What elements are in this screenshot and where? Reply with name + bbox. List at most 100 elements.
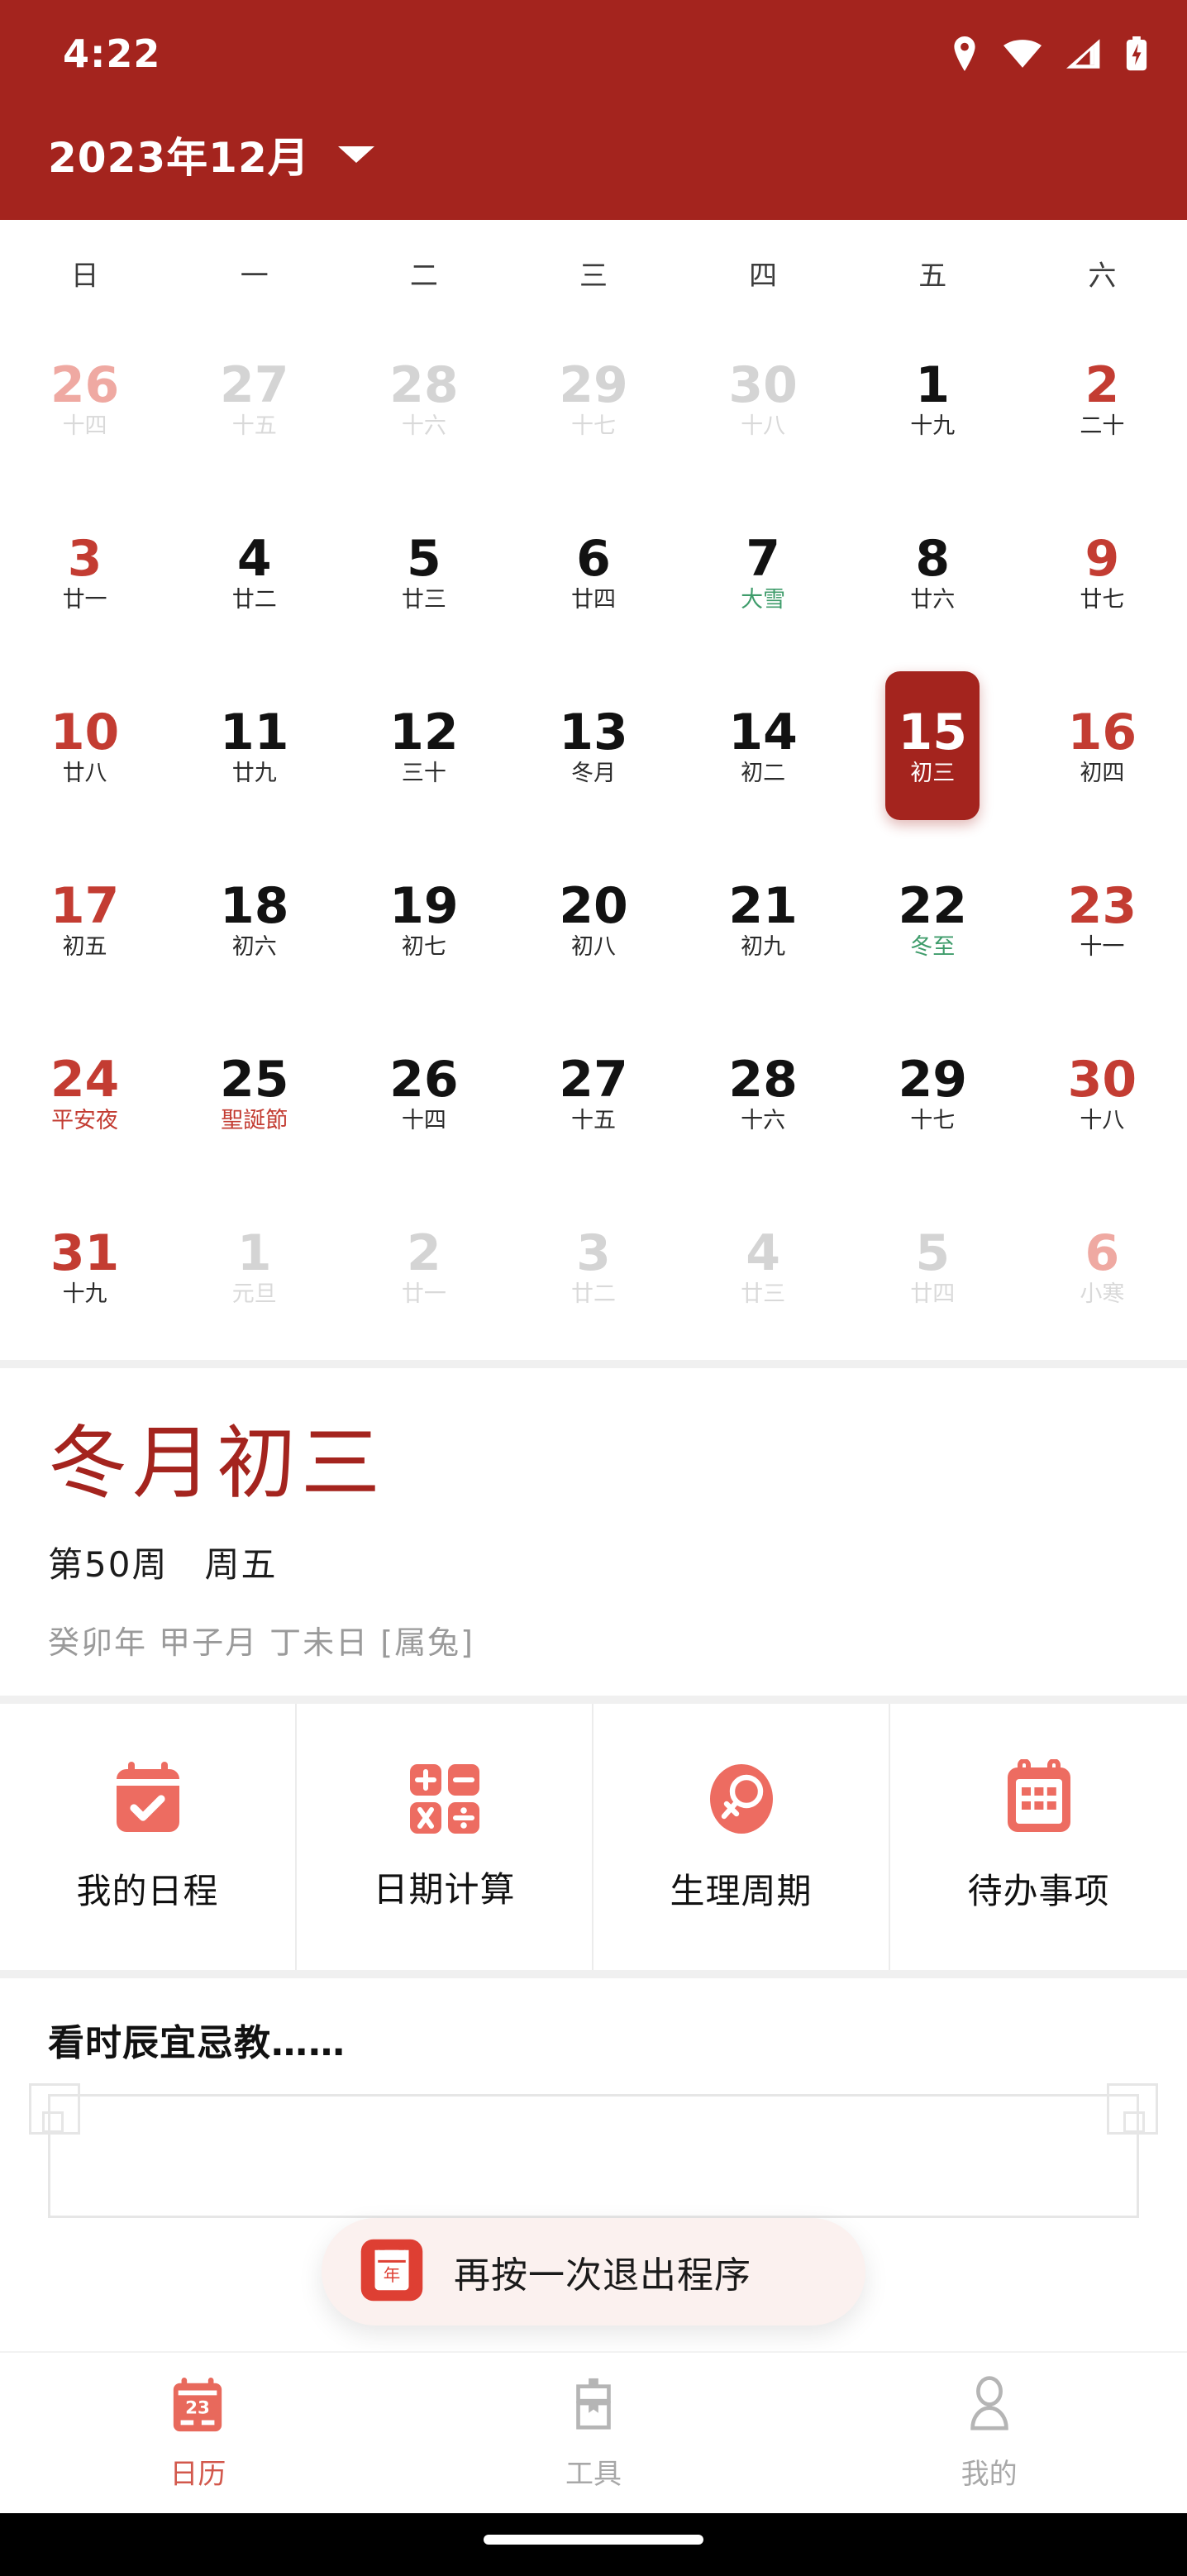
- calendar-day-cell[interactable]: 28 十六: [679, 1006, 848, 1180]
- calendar-day-lunar: 十八: [1080, 1107, 1125, 1133]
- calendar-day-cell[interactable]: 5 廿三: [339, 485, 508, 659]
- calendar-day-cell[interactable]: 2 廿一: [339, 1180, 508, 1353]
- calendar-day-cell[interactable]: 1 元旦: [169, 1180, 339, 1353]
- calendar-day-inner: 21 初九: [716, 845, 810, 994]
- calendar-day-number: 9: [1085, 529, 1120, 588]
- calendar-day-inner: 8 廿六: [885, 498, 980, 646]
- calendar-day-lunar: 初三: [910, 760, 956, 786]
- calendar-day-number: 25: [219, 1050, 289, 1109]
- calendar-day-cell[interactable]: 4 廿三: [679, 1180, 848, 1353]
- calendar-day-cell[interactable]: 10 廿八: [0, 659, 169, 832]
- calendar-day-number: 5: [915, 1224, 951, 1282]
- calendar-day-inner: 28 十六: [716, 1018, 810, 1167]
- calendar-grid[interactable]: 26 十四 27 十五 28 十六 29 十七 30 十八 1 十九 2 二十 3 廿一 4 廿二 5 廿三 6 廿四 7 大…: [0, 312, 1187, 1353]
- calendar-day-cell[interactable]: 26 十四: [339, 1006, 508, 1180]
- calendar-day-cell[interactable]: 21 初九: [679, 832, 848, 1006]
- calendar-day-cell[interactable]: 17 初五: [0, 832, 169, 1006]
- calendar-day-cell[interactable]: 6 小寒: [1018, 1180, 1187, 1353]
- calendar-day-cell[interactable]: 30 十八: [1018, 1006, 1187, 1180]
- calculator-icon: [407, 1761, 483, 1837]
- calendar-day-inner: 12 三十: [377, 671, 471, 820]
- calendar-day-cell[interactable]: 18 初六: [169, 832, 339, 1006]
- calendar-day-cell[interactable]: 2 二十: [1018, 312, 1187, 485]
- calendar-day-lunar: 初六: [231, 933, 277, 960]
- calendar-day-lunar: 冬至: [910, 933, 956, 960]
- calendar-day-cell[interactable]: 19 初七: [339, 832, 508, 1006]
- app-calendar-icon: 年: [358, 2236, 426, 2307]
- signal-icon: [1066, 39, 1101, 69]
- calendar-day-cell[interactable]: 13 冬月: [508, 659, 678, 832]
- calendar-day-lunar: 初五: [62, 933, 107, 960]
- calendar-day-cell[interactable]: 8 廿六: [848, 485, 1018, 659]
- calendar-day-cell[interactable]: 27 十五: [508, 1006, 678, 1180]
- quick-tile-待办事项[interactable]: 待办事项: [890, 1703, 1187, 1970]
- calendar-day-cell[interactable]: 25 聖誕節: [169, 1006, 339, 1180]
- calendar-day-cell[interactable]: 12 三十: [339, 659, 508, 832]
- calendar-day-lunar: 廿一: [62, 586, 107, 613]
- calendar-day-inner: 7 大雪: [716, 498, 810, 646]
- calendar-day-inner: 17 初五: [38, 845, 132, 994]
- calendar-day-cell[interactable]: 29 十七: [508, 312, 678, 485]
- calendar-day-inner: 25 聖誕節: [207, 1018, 302, 1167]
- calendar-day-cell[interactable]: 4 廿二: [169, 485, 339, 659]
- decorative-frame: [29, 2082, 1158, 2218]
- nav-tab-calendar[interactable]: 23 日历: [0, 2353, 396, 2513]
- calendar-day-cell[interactable]: 30 十八: [679, 312, 848, 485]
- calendar-grid-icon: [1001, 1759, 1077, 1839]
- quick-tile-label: 我的日程: [76, 1871, 219, 1912]
- calendar-day-cell[interactable]: 28 十六: [339, 312, 508, 485]
- calendar-day-cell[interactable]: 29 十七: [848, 1006, 1018, 1180]
- calendar-day-cell[interactable]: 3 廿二: [508, 1180, 678, 1353]
- calendar-day-number: 26: [389, 1050, 459, 1109]
- calendar-day-cell[interactable]: 31 十九: [0, 1180, 169, 1353]
- calendar-day-cell[interactable]: 27 十五: [169, 312, 339, 485]
- calendar-day-cell[interactable]: 7 大雪: [679, 485, 848, 659]
- calendar-day-cell[interactable]: 3 廿一: [0, 485, 169, 659]
- quick-tile-label: 生理周期: [670, 1871, 813, 1912]
- calendar-day-lunar: 廿一: [401, 1281, 446, 1307]
- calendar-day-inner: 3 廿二: [546, 1192, 641, 1341]
- calendar-day-lunar: 廿四: [570, 586, 616, 613]
- toast-message: 再按一次退出程序: [454, 2254, 751, 2297]
- calendar-day-cell[interactable]: 16 初四: [1018, 659, 1187, 832]
- calendar-day-lunar: 十六: [741, 1107, 786, 1133]
- calendar-day-number: 24: [50, 1050, 120, 1109]
- calendar-day-inner: 29 十七: [546, 324, 641, 473]
- calendar-day-lunar: 三十: [401, 760, 446, 786]
- calendar-day-cell[interactable]: 11 廿九: [169, 659, 339, 832]
- quick-tile-日期计算[interactable]: 日期计算: [297, 1703, 594, 1970]
- home-indicator[interactable]: [484, 2535, 703, 2545]
- calendar-day-number: 6: [576, 529, 611, 588]
- calendar-day-number: 15: [898, 703, 968, 761]
- calendar-day-cell[interactable]: 6 廿四: [508, 485, 678, 659]
- month-title[interactable]: 2023年12月: [48, 125, 310, 184]
- fortune-section: 看时辰宜忌教……: [0, 1969, 1187, 2218]
- calendar-day-cell[interactable]: 14 初二: [679, 659, 848, 832]
- bottom-navigation: 23 日历 工具 我的: [0, 2351, 1187, 2513]
- calendar-day-inner: 16 初四: [1055, 671, 1149, 820]
- calendar-day-cell[interactable]: 9 廿七: [1018, 485, 1187, 659]
- calendar-day-cell[interactable]: 1 十九: [848, 312, 1018, 485]
- calendar-day-inner: 2 廿一: [377, 1192, 471, 1341]
- calendar-day-cell[interactable]: 22 冬至: [848, 832, 1018, 1006]
- chevron-down-icon[interactable]: [337, 146, 374, 163]
- nav-tab-mine[interactable]: 我的: [791, 2353, 1187, 2513]
- calendar-day-inner: 22 冬至: [885, 845, 980, 994]
- calendar-day-cell[interactable]: 15 初三: [848, 659, 1018, 832]
- quick-tile-我的日程[interactable]: 我的日程: [0, 1703, 297, 1970]
- calendar-day-cell[interactable]: 23 十一: [1018, 832, 1187, 1006]
- calendar-day-cell[interactable]: 24 平安夜: [0, 1006, 169, 1180]
- calendar-day-cell[interactable]: 5 廿四: [848, 1180, 1018, 1353]
- calendar-day-number: 4: [236, 529, 272, 588]
- calendar-day-number: 6: [1085, 1224, 1120, 1282]
- nav-label-calendar: 日历: [169, 2457, 226, 2491]
- calendar-day-number: 18: [219, 876, 289, 935]
- calendar-day-lunar: 平安夜: [51, 1107, 119, 1133]
- calendar-day-number: 4: [746, 1224, 780, 1282]
- weekday-4: 四: [749, 260, 778, 293]
- nav-tab-tools[interactable]: 工具: [396, 2353, 792, 2513]
- calendar-day-cell[interactable]: 26 十四: [0, 312, 169, 485]
- quick-tile-生理周期[interactable]: 生理周期: [594, 1703, 890, 1970]
- calendar-day-cell[interactable]: 20 初八: [508, 832, 678, 1006]
- calendar-day-inner: 30 十八: [716, 324, 810, 473]
